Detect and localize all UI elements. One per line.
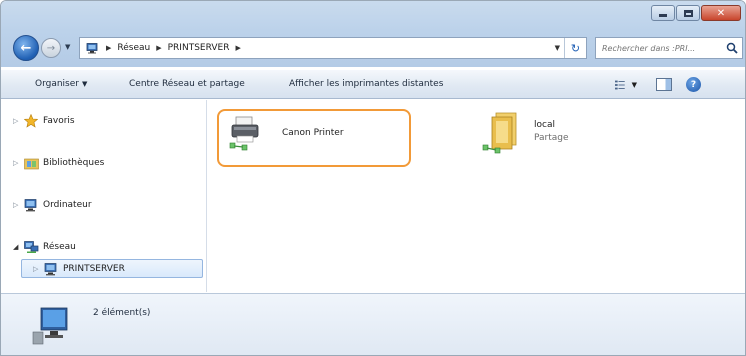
back-button[interactable]: ← <box>13 35 39 61</box>
collapse-arrow-icon[interactable]: ◢ <box>13 243 18 251</box>
expand-arrow-icon[interactable]: ▷ <box>13 117 18 125</box>
expand-arrow-icon[interactable]: ▷ <box>13 201 18 209</box>
breadcrumb-separator[interactable]: ▶ <box>106 44 111 52</box>
change-view-button[interactable]: ▼ <box>615 78 637 92</box>
sidebar-item-network[interactable]: ◢ Réseau <box>13 238 76 256</box>
search-icon[interactable] <box>726 42 738 54</box>
remote-printers-button[interactable]: Afficher les imprimantes distantes <box>289 79 443 89</box>
expand-arrow-icon[interactable]: ▷ <box>33 265 38 273</box>
arrow-left-icon: ← <box>20 40 32 56</box>
item-name-printer[interactable]: Canon Printer <box>282 128 344 138</box>
breadcrumb-network[interactable]: Réseau <box>117 43 150 53</box>
maximize-button[interactable] <box>676 5 700 21</box>
sidebar-item-printserver[interactable]: ▷ PRINTSERVER <box>33 260 125 278</box>
sidebar-item-libraries[interactable]: ▷ Bibliothèques <box>13 154 105 172</box>
window-controls: ✕ <box>650 5 741 21</box>
details-pane: 2 élément(s) <box>1 293 745 355</box>
sidebar-item-label: Favoris <box>43 116 75 126</box>
preview-pane-button[interactable] <box>656 78 672 91</box>
title-bar: ✕ ← → ▼ ▶ Réseau ▶ PRINTSERVER ▶ ▼ ↻ <box>1 1 745 67</box>
shared-printer-icon[interactable] <box>228 115 266 153</box>
refresh-button[interactable]: ↻ <box>564 38 586 58</box>
computer-icon <box>43 262 59 276</box>
item-count: 2 élément(s) <box>93 308 151 318</box>
library-icon <box>23 156 39 170</box>
file-list: Canon Printer local Partage <box>208 100 745 292</box>
chevron-down-icon: ▼ <box>82 80 88 88</box>
item-name-folder[interactable]: local <box>534 120 555 130</box>
close-button[interactable]: ✕ <box>701 5 741 21</box>
network-computer-icon <box>86 42 98 53</box>
search-box[interactable] <box>595 37 743 59</box>
chevron-down-icon: ▼ <box>65 43 71 51</box>
network-computer-icon <box>32 307 68 345</box>
star-icon <box>23 114 39 128</box>
maximize-icon <box>683 9 693 17</box>
sidebar-item-label: Ordinateur <box>43 200 92 210</box>
search-input[interactable] <box>602 43 728 53</box>
network-icon <box>23 240 39 254</box>
minimize-icon <box>659 14 667 17</box>
breadcrumb-separator[interactable]: ▶ <box>235 44 240 52</box>
refresh-icon: ↻ <box>570 41 581 55</box>
shared-folder-icon[interactable] <box>482 111 522 155</box>
organize-label: Organiser <box>35 79 79 89</box>
help-icon: ? <box>690 79 697 90</box>
explorer-window: ✕ ← → ▼ ▶ Réseau ▶ PRINTSERVER ▶ ▼ ↻ Rec… <box>0 0 746 356</box>
forward-button[interactable]: → <box>41 38 61 58</box>
arrow-right-icon: → <box>46 42 56 54</box>
address-history-dropdown[interactable]: ▼ <box>555 44 560 52</box>
expand-arrow-icon[interactable]: ▷ <box>13 159 18 167</box>
view-options-icon <box>615 80 625 90</box>
recent-pages-dropdown[interactable]: ▼ <box>65 43 70 51</box>
network-center-button[interactable]: Centre Réseau et partage <box>129 79 245 89</box>
help-button[interactable]: ? <box>686 77 701 92</box>
organize-menu[interactable]: Organiser ▼ <box>35 79 87 89</box>
command-toolbar: Organiser ▼ Centre Réseau et partage Affi… <box>1 69 745 99</box>
computer-icon <box>23 198 39 212</box>
minimize-button[interactable] <box>651 5 675 21</box>
navigation-pane: ▷ Favoris ▷ Bibliothèques ▷ Ordinateur ◢ <box>1 100 207 292</box>
close-icon: ✕ <box>716 7 726 19</box>
sidebar-item-computer[interactable]: ▷ Ordinateur <box>13 196 92 214</box>
sidebar-item-favorites[interactable]: ▷ Favoris <box>13 112 75 130</box>
sidebar-item-label: PRINTSERVER <box>63 264 125 274</box>
chevron-down-icon: ▼ <box>631 81 637 89</box>
sidebar-item-label: Réseau <box>43 242 76 252</box>
address-bar[interactable]: ▶ Réseau ▶ PRINTSERVER ▶ ▼ ↻ <box>79 37 587 59</box>
item-subtitle-folder: Partage <box>534 133 569 143</box>
breadcrumb-printserver[interactable]: PRINTSERVER <box>168 43 230 53</box>
sidebar-item-label: Bibliothèques <box>43 158 105 168</box>
breadcrumb-separator[interactable]: ▶ <box>156 44 161 52</box>
